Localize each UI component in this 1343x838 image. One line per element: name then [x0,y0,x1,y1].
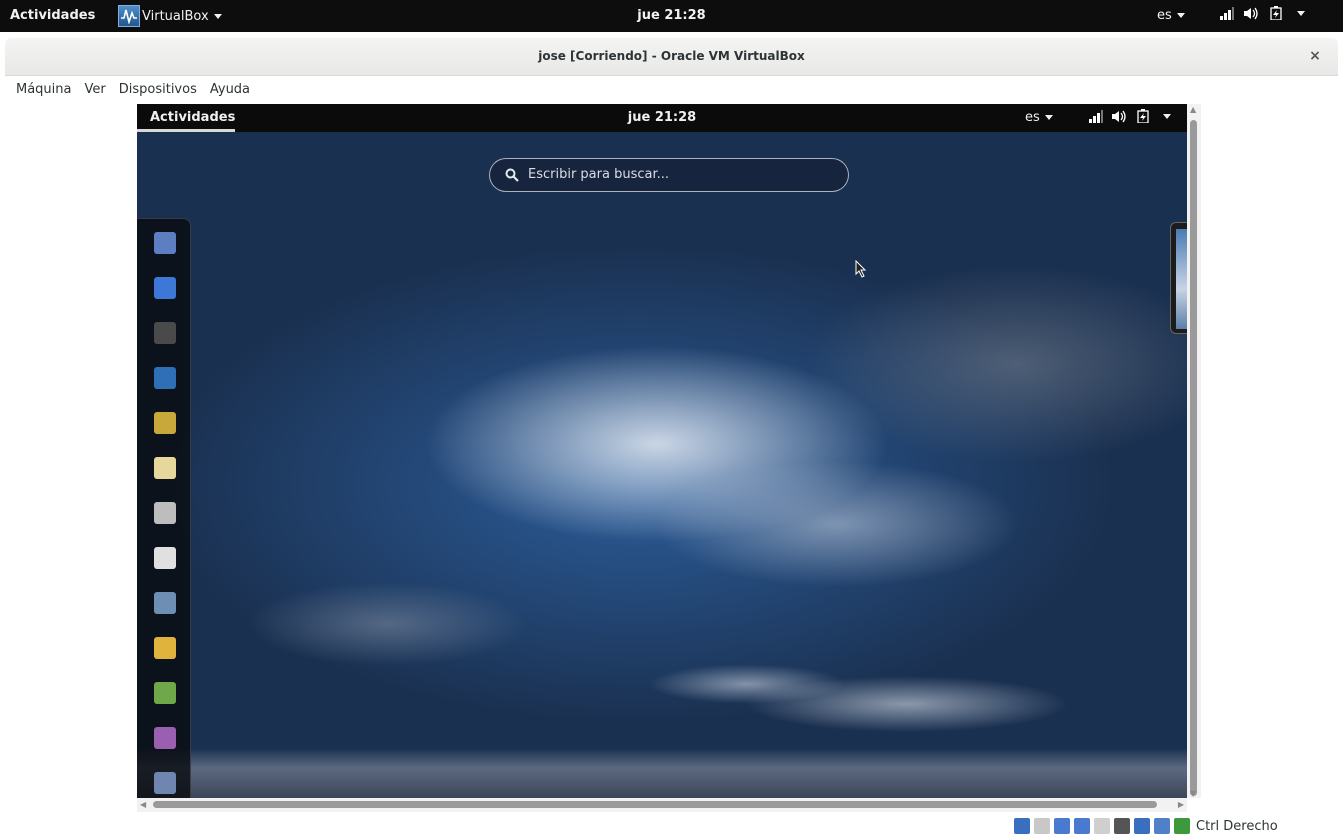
chat-icon[interactable] [154,277,176,299]
guest-display[interactable]: Actividades jue 21:28 es Escribir para b… [137,104,1187,798]
battery-icon [1137,109,1149,123]
shared-folders-icon[interactable] [1114,818,1130,834]
host-app-menu[interactable]: VirtualBox [118,5,222,27]
close-icon[interactable]: × [1305,46,1325,66]
vertical-scroll-thumb[interactable] [1190,120,1197,796]
mouse-pointer-icon [855,260,867,278]
search-entry[interactable]: Escribir para buscar... [489,158,849,192]
horizontal-scrollbar[interactable]: ◀ ▶ [137,798,1187,812]
mountain-range [137,748,1187,798]
guest-top-bar: Actividades jue 21:28 es [137,104,1187,132]
database-icon[interactable] [154,592,176,614]
menu-dispositivos[interactable]: Dispositivos [119,78,204,102]
sound-juicer-icon[interactable] [154,412,176,434]
optical-drive-icon[interactable] [1034,818,1050,834]
document-icon[interactable] [154,367,176,389]
capture-icon[interactable] [1154,818,1170,834]
vertical-scrollbar[interactable]: ▲ ▼ [1187,104,1201,798]
audio-icon[interactable] [1054,818,1070,834]
activities-active-indicator [137,129,235,132]
usb-icon[interactable] [1094,818,1110,834]
network-signal-icon [1089,109,1103,123]
host-key-label: Ctrl Derecho [1196,818,1278,834]
menu-bar: Máquina Ver Dispositivos Ayuda [0,78,1343,102]
status-bar: Ctrl Derecho [1014,815,1278,837]
host-app-menu-label: VirtualBox [142,8,209,24]
host-key-icon[interactable] [1174,818,1190,834]
calculator-icon[interactable] [154,502,176,524]
help-icon[interactable] [154,772,176,794]
chevron-down-icon [213,13,222,19]
guest-system-menu[interactable] [1089,109,1171,123]
host-system-menu[interactable] [1220,6,1305,20]
horizontal-scroll-thumb[interactable] [153,801,1157,808]
menu-ver[interactable]: Ver [85,78,113,102]
network-icon[interactable] [1074,818,1090,834]
volume-icon [1244,7,1258,19]
host-language-label: es [1157,8,1172,23]
chevron-down-icon [1176,13,1185,18]
web-browser-icon[interactable] [154,232,176,254]
battery-icon [1270,6,1282,20]
chevron-down-icon [1163,113,1171,119]
text-editor-icon[interactable] [154,457,176,479]
scroll-down-icon[interactable]: ▼ [1190,789,1196,798]
host-top-bar: Actividades VirtualBox jue 21:28 es [0,0,1343,32]
window-titlebar[interactable]: jose [Corriendo] - Oracle VM VirtualBox … [5,38,1338,76]
workspace-switcher[interactable] [1170,222,1187,334]
scroll-right-icon[interactable]: ▶ [1178,800,1184,809]
search-placeholder: Escribir para buscar... [528,167,670,182]
video-editor-icon[interactable] [154,727,176,749]
chevron-down-icon [1044,115,1053,120]
scroll-up-icon[interactable]: ▲ [1190,105,1196,114]
volume-icon [1112,110,1126,122]
terminal-icon[interactable] [154,322,176,344]
guest-language-label: es [1025,110,1040,125]
menu-ayuda[interactable]: Ayuda [210,78,257,102]
scroll-left-icon[interactable]: ◀ [140,800,146,809]
display-icon[interactable] [1134,818,1150,834]
hard-disk-icon[interactable] [1014,818,1030,834]
virtualbox-app-icon [118,5,140,27]
menu-maquina[interactable]: Máquina [16,78,79,102]
guest-language-menu[interactable]: es [1025,110,1053,125]
window-title: jose [Corriendo] - Oracle VM VirtualBox [538,49,805,63]
dash [137,218,191,798]
tools-icon[interactable] [154,547,176,569]
workspace-thumbnail[interactable] [1176,229,1187,329]
ide-icon[interactable] [154,682,176,704]
host-clock[interactable]: jue 21:28 [637,8,705,23]
host-activities-button[interactable]: Actividades [10,8,95,23]
chevron-down-icon [1297,10,1305,16]
network-signal-icon [1220,6,1234,20]
search-icon [505,168,519,182]
teapot-icon[interactable] [154,637,176,659]
host-language-menu[interactable]: es [1157,8,1185,23]
